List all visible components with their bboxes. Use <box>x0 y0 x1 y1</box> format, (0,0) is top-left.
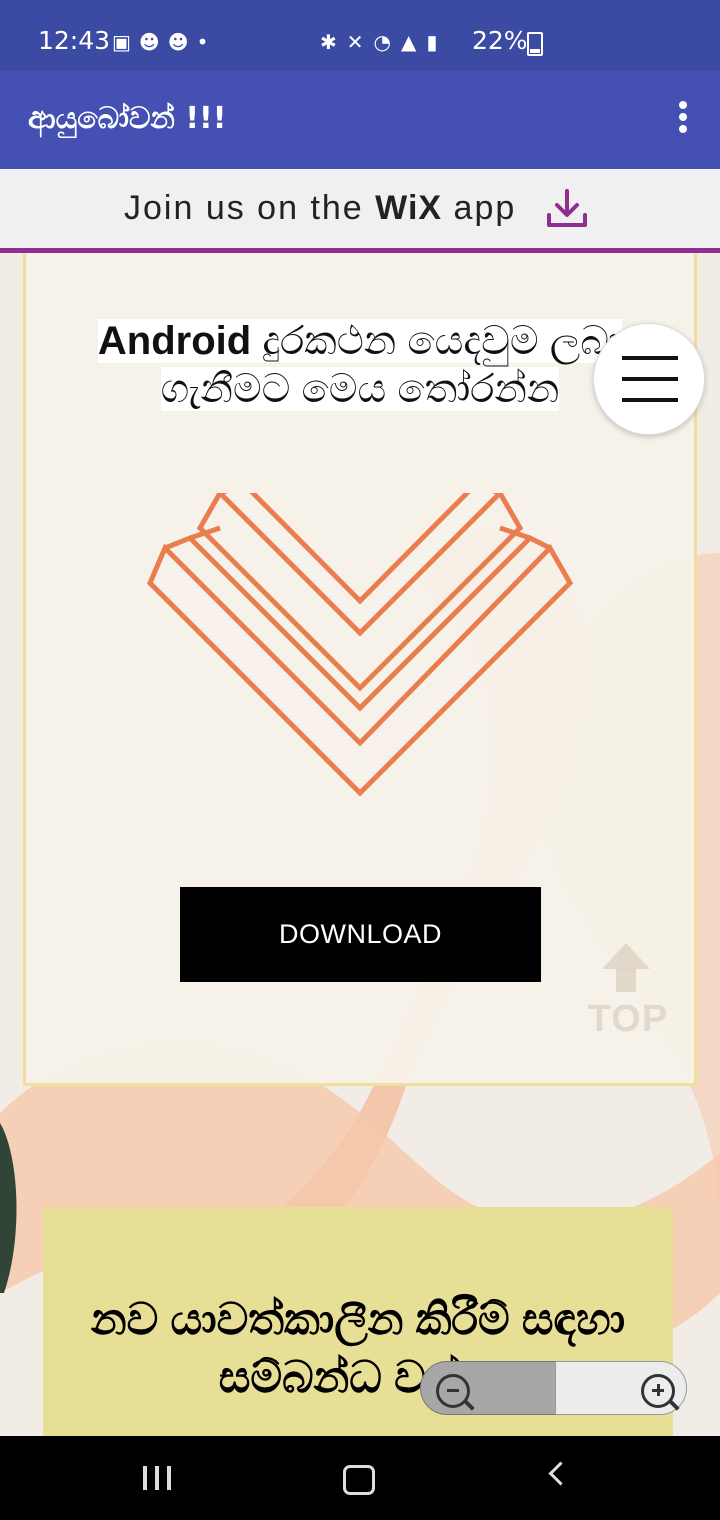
hamburger-line-3 <box>622 398 678 402</box>
up-arrow-shaft <box>616 968 636 992</box>
chevron-logo-icon <box>147 493 574 797</box>
zoom-in-icon <box>641 1374 680 1411</box>
signal-icon: ▮ <box>426 30 438 54</box>
back-to-top-button[interactable]: TOP <box>578 943 678 1053</box>
app-title: ආයුබෝවන් !!! <box>28 101 227 136</box>
more-vert-icon[interactable] <box>678 101 688 141</box>
zoom-out-button[interactable] <box>420 1361 556 1415</box>
zoom-in-button[interactable] <box>555 1361 687 1415</box>
wix-logo: WiX <box>375 189 443 227</box>
wix-banner[interactable]: Join us on the WiX app <box>0 169 720 253</box>
hamburger-line-2 <box>622 377 678 381</box>
bluetooth-icon: ✱ <box>320 30 337 54</box>
hamburger-line-1 <box>622 356 678 360</box>
4g-icon: ▲ <box>400 30 417 54</box>
wix-banner-text: Join us on the WiX app <box>124 189 516 228</box>
download-icon[interactable] <box>543 185 591 233</box>
zoom-controls[interactable] <box>420 1361 688 1417</box>
battery-icon <box>527 32 543 56</box>
wix-banner-prefix: Join us on the <box>124 189 376 227</box>
download-button[interactable]: DOWNLOAD <box>180 887 541 982</box>
headline-text: Android දුරකථන යෙදවුම ලබා ගැනීමට මෙය තෝර… <box>50 317 670 413</box>
headline-bold: Android <box>97 319 252 363</box>
hotspot-icon: ◔ <box>373 30 391 54</box>
notification-icons: ▣ ☻ ☻ • <box>112 30 208 54</box>
battery-level: 22% <box>472 26 528 55</box>
status-time: 12:43 <box>38 26 111 55</box>
dot-icon: • <box>196 30 209 54</box>
back-icon[interactable] <box>548 1461 573 1486</box>
recent-apps-icon[interactable] <box>143 1466 171 1490</box>
snapchat-icon: ☻ <box>138 30 160 54</box>
hamburger-menu-button[interactable] <box>593 323 705 435</box>
system-icons: ✱ ✕ ◔ ▲ ▮ <box>320 30 437 54</box>
page-content: Android දුරකථන යෙදවුම ලබා ගැනීමට මෙය තෝර… <box>0 253 720 1436</box>
top-label: TOP <box>587 998 669 1040</box>
zoom-out-icon <box>436 1374 475 1411</box>
home-icon[interactable] <box>343 1465 375 1495</box>
android-navigation-bar <box>0 1436 720 1520</box>
wix-banner-suffix: app <box>453 189 517 227</box>
mute-icon: ✕ <box>346 30 364 54</box>
up-arrow-icon <box>602 943 650 969</box>
gallery-icon: ▣ <box>112 30 131 54</box>
app-bar: ආයුබෝවන් !!! <box>0 71 720 169</box>
snapchat-icon-2: ☻ <box>167 30 189 54</box>
